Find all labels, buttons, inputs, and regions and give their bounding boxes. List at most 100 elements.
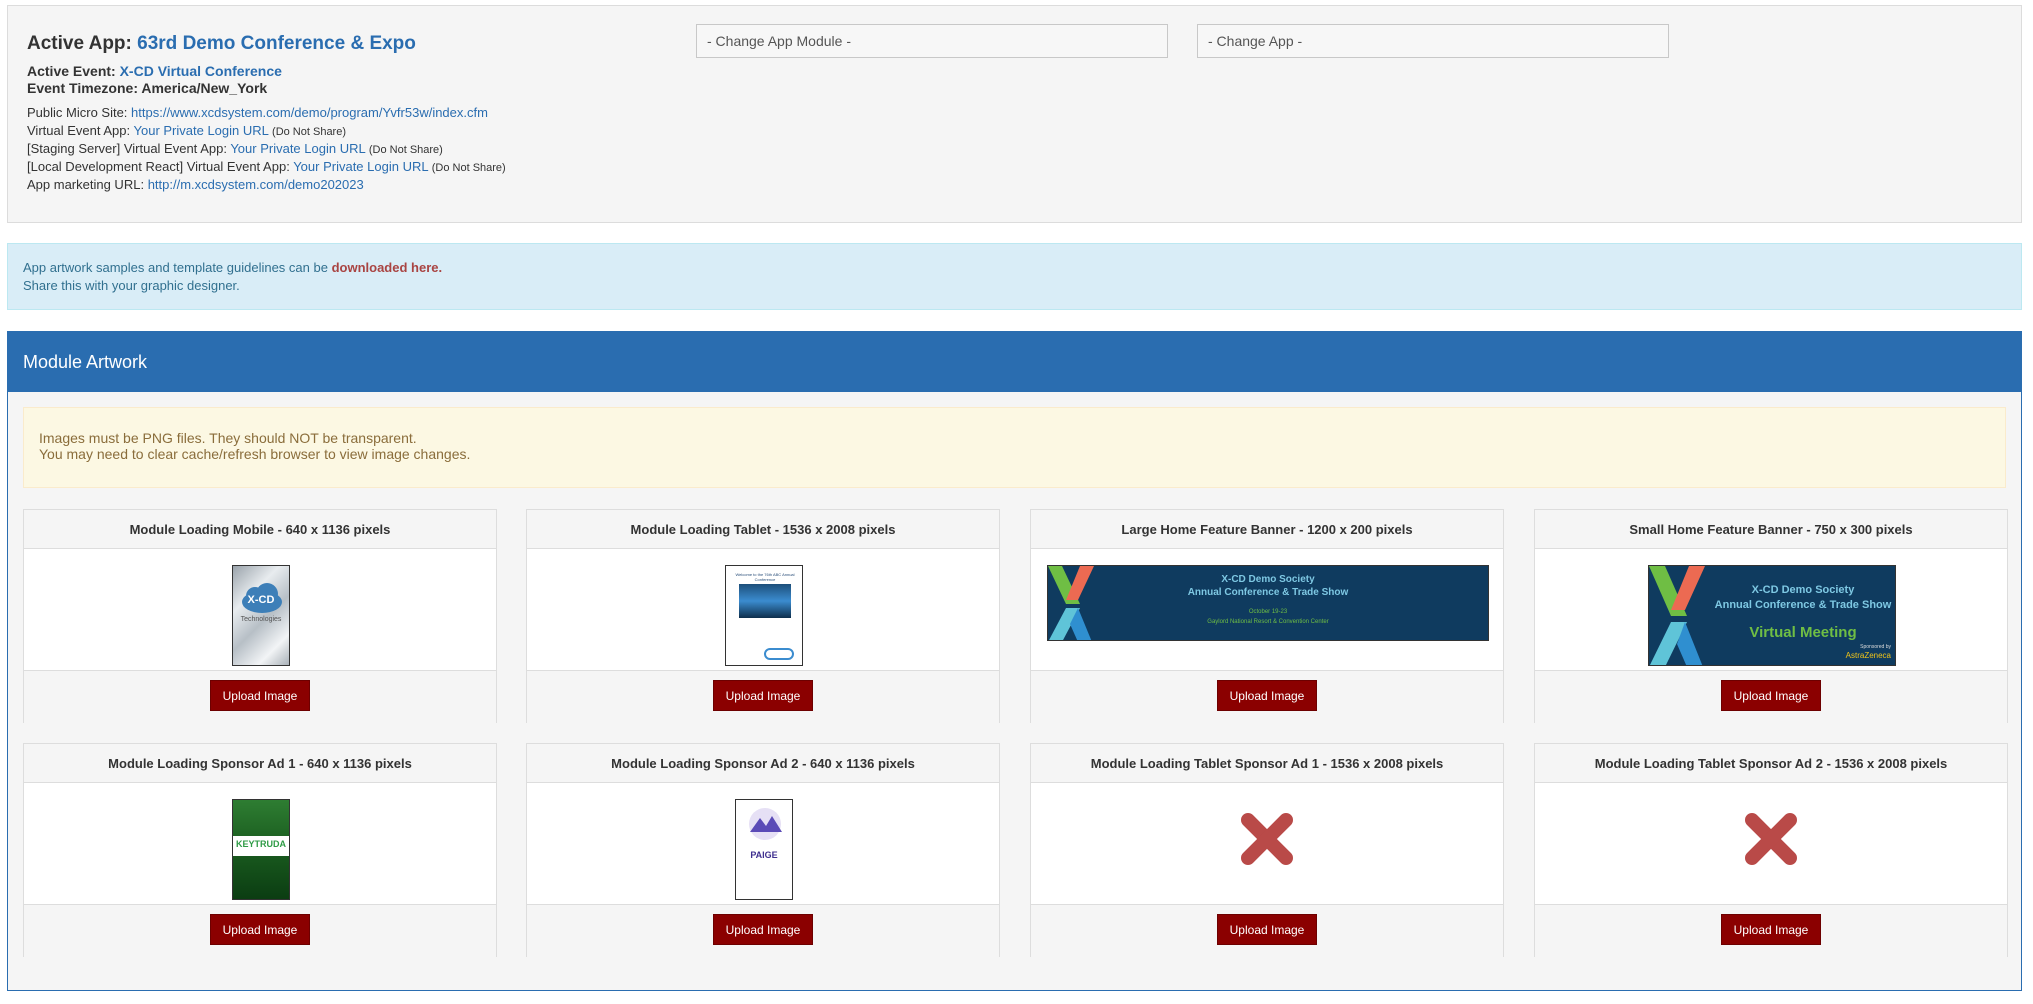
active-event-link[interactable]: X-CD Virtual Conference [120, 63, 282, 79]
staging-app-note: (Do Not Share) [368, 144, 443, 156]
page: Active App: 63rd Demo Conference & Expo … [0, 0, 2033, 1004]
local-app-line: [Local Development React] Virtual Event … [27, 159, 506, 174]
upload-image-button[interactable]: Upload Image [713, 680, 813, 711]
artwork-card-module-loading-mobile: Module Loading Mobile - 640 x 1136 pixel… [23, 509, 497, 723]
card-image-area: X-CD Technologies [24, 549, 496, 670]
tablet-welcome-text: Welcome to the 76th ABC Annual Conferenc… [735, 572, 795, 582]
guidelines-line: App artwork samples and template guideli… [23, 260, 442, 275]
card-title: Module Loading Tablet Sponsor Ad 1 - 153… [1031, 744, 1503, 783]
banner-title: X-CD Demo Society [1751, 584, 1855, 596]
micro-site-line: Public Micro Site: https://www.xcdsystem… [27, 105, 488, 120]
timezone-label: Event Timezone: [27, 80, 138, 96]
artwork-card-large-home-banner: Large Home Feature Banner - 1200 x 200 p… [1030, 509, 1504, 723]
module-artwork-panel: Module Artwork Images must be PNG files.… [7, 331, 2022, 991]
card-image-area: Welcome to the 76th ABC Annual Conferenc… [527, 549, 999, 670]
card-footer: Upload Image [1535, 670, 2007, 723]
large-banner-thumbnail: X-CD Demo Society Annual Conference & Tr… [1047, 565, 1489, 641]
sponsor-1-brand-text: KEYTRUDA [235, 839, 286, 849]
card-footer: Upload Image [527, 904, 999, 957]
artwork-card-module-loading-tablet: Module Loading Tablet - 1536 x 2008 pixe… [526, 509, 1000, 723]
card-footer: Upload Image [24, 904, 496, 957]
card-image-area [1535, 783, 2007, 904]
card-image-area: X-CD Demo Society Annual Conference & Tr… [1031, 549, 1503, 670]
artwork-card-sponsor-ad-1: Module Loading Sponsor Ad 1 - 640 x 1136… [23, 743, 497, 957]
sponsor-ad-1-thumbnail: KEYTRUDA [232, 799, 290, 900]
tablet-loading-thumbnail: Welcome to the 76th ABC Annual Conferenc… [725, 565, 803, 666]
mobile-loading-thumbnail: X-CD Technologies [232, 565, 290, 666]
timezone-value: America/New_York [141, 80, 268, 96]
card-footer: Upload Image [1031, 670, 1503, 723]
artwork-card-sponsor-ad-2: Module Loading Sponsor Ad 2 - 640 x 1136… [526, 743, 1000, 957]
card-title: Module Loading Sponsor Ad 1 - 640 x 1136… [24, 744, 496, 783]
banner-title: X-CD Demo Society [1221, 574, 1315, 585]
active-app-title: Active App: 63rd Demo Conference & Expo [27, 33, 416, 55]
card-title: Small Home Feature Banner - 750 x 300 pi… [1535, 510, 2007, 549]
module-artwork-title: Module Artwork [23, 352, 148, 372]
banner-virtual-text: Virtual Meeting [1749, 624, 1857, 641]
artwork-card-tablet-sponsor-ad-2: Module Loading Tablet Sponsor Ad 2 - 153… [1534, 743, 2008, 957]
sponsor-ad-2-thumbnail: PAIGE [735, 799, 793, 900]
active-app-link[interactable]: 63rd Demo Conference & Expo [137, 33, 416, 54]
card-title: Module Loading Tablet - 1536 x 2008 pixe… [527, 510, 999, 549]
artwork-card-tablet-sponsor-ad-1: Module Loading Tablet Sponsor Ad 1 - 153… [1030, 743, 1504, 957]
local-app-label: [Local Development React] Virtual Event … [27, 159, 290, 174]
banner-sponsor-prefix: Sponsored by [1860, 644, 1891, 650]
card-footer: Upload Image [527, 670, 999, 723]
micro-site-label: Public Micro Site: [27, 105, 128, 120]
x-logo-icon [1649, 566, 1705, 665]
artwork-card-small-home-banner: Small Home Feature Banner - 750 x 300 pi… [1534, 509, 2008, 723]
staging-app-login-link[interactable]: Your Private Login URL [230, 141, 365, 156]
sponsor-2-brand-text: PAIGE [750, 850, 778, 860]
virtual-app-login-link[interactable]: Your Private Login URL [134, 123, 269, 138]
active-event-line: Active Event: X-CD Virtual Conference [27, 63, 282, 79]
module-artwork-heading: Module Artwork [8, 332, 2021, 392]
share-designer-text: Share this with your graphic designer. [23, 278, 240, 293]
card-title: Module Loading Tablet Sponsor Ad 2 - 153… [1535, 744, 2007, 783]
change-app-select[interactable]: - Change App - [1197, 24, 1669, 58]
banner-subtitle: Annual Conference & Trade Show [1714, 599, 1892, 611]
marketing-url-link[interactable]: http://m.xcdsystem.com/demo202023 [148, 177, 364, 192]
upload-image-button[interactable]: Upload Image [1721, 914, 1821, 945]
missing-image-icon [1241, 813, 1293, 865]
banner-sponsor: AstraZeneca [1845, 651, 1891, 660]
artwork-guidelines-alert: App artwork samples and template guideli… [7, 243, 2022, 310]
active-event-label: Active Event: [27, 63, 116, 79]
upload-image-button[interactable]: Upload Image [1217, 914, 1317, 945]
upload-image-button[interactable]: Upload Image [1217, 680, 1317, 711]
change-app-module-select[interactable]: - Change App Module - [696, 24, 1168, 58]
timezone-line: Event Timezone: America/New_York [27, 80, 267, 96]
local-app-login-link[interactable]: Your Private Login URL [293, 159, 428, 174]
card-image-area: PAIGE [527, 783, 999, 904]
staging-app-label: [Staging Server] Virtual Event App: [27, 141, 227, 156]
virtual-app-line: Virtual Event App: Your Private Login UR… [27, 123, 346, 138]
mountain-logo-icon [749, 808, 782, 840]
card-footer: Upload Image [1031, 904, 1503, 957]
download-guidelines-link[interactable]: downloaded here. [332, 260, 443, 275]
upload-image-button[interactable]: Upload Image [210, 914, 310, 945]
virtual-app-label: Virtual Event App: [27, 123, 131, 138]
marketing-url-line: App marketing URL: http://m.xcdsystem.co… [27, 177, 364, 192]
guidelines-text: App artwork samples and template guideli… [23, 260, 332, 275]
card-title: Large Home Feature Banner - 1200 x 200 p… [1031, 510, 1503, 549]
banner-venue: Gaylord National Resort & Convention Cen… [1207, 619, 1329, 625]
png-warning-alert: Images must be PNG files. They should NO… [23, 407, 2006, 488]
card-title: Module Loading Mobile - 640 x 1136 pixel… [24, 510, 496, 549]
active-app-label: Active App: [27, 33, 132, 54]
card-image-area: KEYTRUDA [24, 783, 496, 904]
marketing-url-label: App marketing URL: [27, 177, 145, 192]
card-title: Module Loading Sponsor Ad 2 - 640 x 1136… [527, 744, 999, 783]
mobile-logo-text: X-CD [247, 594, 275, 606]
card-image-area [1031, 783, 1503, 904]
png-warning-line2: You may need to clear cache/refresh brow… [39, 446, 471, 462]
upload-image-button[interactable]: Upload Image [713, 914, 813, 945]
virtual-app-note: (Do Not Share) [272, 126, 347, 138]
small-banner-thumbnail: X-CD Demo Society Annual Conference & Tr… [1648, 565, 1896, 666]
card-image-area: X-CD Demo Society Annual Conference & Tr… [1535, 549, 2007, 670]
card-footer: Upload Image [24, 670, 496, 723]
upload-image-button[interactable]: Upload Image [210, 680, 310, 711]
card-footer: Upload Image [1535, 904, 2007, 957]
tablet-logo-icon [764, 648, 794, 660]
micro-site-link[interactable]: https://www.xcdsystem.com/demo/program/Y… [131, 105, 488, 120]
local-app-note: (Do Not Share) [431, 162, 506, 174]
upload-image-button[interactable]: Upload Image [1721, 680, 1821, 711]
